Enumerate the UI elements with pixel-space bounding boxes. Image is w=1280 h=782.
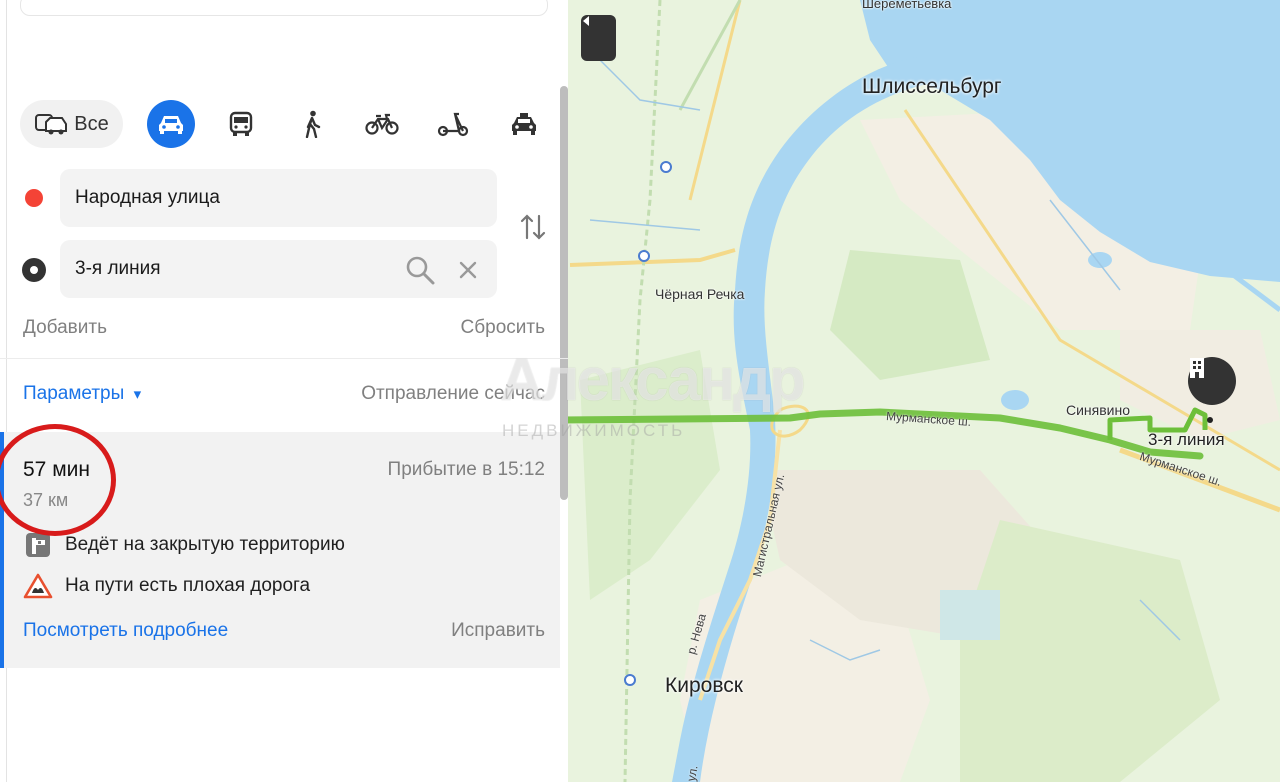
reset-button[interactable]: Сбросить: [461, 317, 545, 339]
route-details-link[interactable]: Посмотреть подробнее: [23, 620, 228, 642]
scrollbar[interactable]: [560, 86, 568, 500]
taxi-icon: [512, 113, 536, 135]
top-card: [20, 0, 548, 16]
destination-input[interactable]: 3-я линия: [60, 240, 497, 298]
barrier-icon: [26, 533, 50, 557]
warning-icon: [23, 573, 53, 599]
departure-time-button[interactable]: Отправление сейчас: [361, 383, 545, 405]
mode-taxi-button[interactable]: [501, 100, 547, 148]
parameters-label: Параметры: [23, 383, 125, 404]
parameters-button[interactable]: Параметры ▾: [23, 383, 141, 405]
car-icon: [159, 116, 183, 134]
chevron-down-icon: ▾: [133, 386, 142, 403]
pedestrian-icon: [305, 110, 321, 138]
warning-closed-area: Ведёт на закрытую территорию: [23, 532, 345, 558]
add-point-button[interactable]: Добавить: [23, 317, 107, 339]
origin-input[interactable]: Народная улица: [60, 169, 497, 227]
bus-icon: [229, 111, 253, 136]
fix-route-link[interactable]: Исправить: [451, 620, 545, 642]
map-label-destination[interactable]: 3-я линия: [1148, 430, 1225, 450]
collapse-panel-button[interactable]: [581, 15, 616, 61]
warning-closed-area-text: Ведёт на закрытую территорию: [65, 534, 345, 555]
transport-modes: Все: [20, 100, 550, 148]
map-label-street-edge: ул.: [684, 764, 701, 782]
warning-bad-road-text: На пути есть плохая дорога: [65, 575, 311, 596]
map-label-sinyavino[interactable]: Синявино: [1066, 402, 1130, 418]
map-label-shlisselburg[interactable]: Шлиссельбург: [862, 75, 1002, 99]
route-panel: Все Народная улица 3-я линия Добавить Сб…: [0, 0, 568, 782]
divider: [0, 358, 568, 359]
mode-bus-button[interactable]: [219, 100, 263, 148]
chevron-left-icon: [583, 16, 589, 26]
search-icon[interactable]: [405, 255, 435, 285]
warning-bad-road: На пути есть плохая дорога: [23, 573, 310, 599]
destination-marker-icon: [22, 258, 46, 282]
swap-icon[interactable]: [518, 212, 548, 242]
building-icon: [1190, 358, 1204, 378]
destination-pin[interactable]: [1188, 357, 1236, 405]
arrival-time: Прибытие в 15:12: [387, 459, 545, 480]
mode-bike-button[interactable]: [359, 100, 405, 148]
origin-marker-icon: [25, 189, 43, 207]
mode-car-button[interactable]: [147, 100, 195, 148]
bicycle-icon: [365, 113, 399, 135]
mode-all-button[interactable]: Все: [20, 100, 123, 148]
mode-all-label: Все: [74, 112, 109, 135]
origin-value: Народная улица: [75, 187, 220, 208]
mode-walk-button[interactable]: [290, 100, 334, 148]
mode-scooter-button[interactable]: [431, 100, 475, 148]
destination-value: 3-я линия: [75, 258, 161, 279]
map-label-sheremetevka: Шереметьевка: [862, 0, 952, 11]
close-icon[interactable]: [459, 261, 477, 279]
map-label-kirovsk[interactable]: Кировск: [665, 674, 743, 698]
car-bus-icon: [35, 114, 68, 135]
scooter-icon: [437, 112, 469, 137]
map-label-chernaya-rechka[interactable]: Чёрная Речка: [655, 286, 744, 302]
